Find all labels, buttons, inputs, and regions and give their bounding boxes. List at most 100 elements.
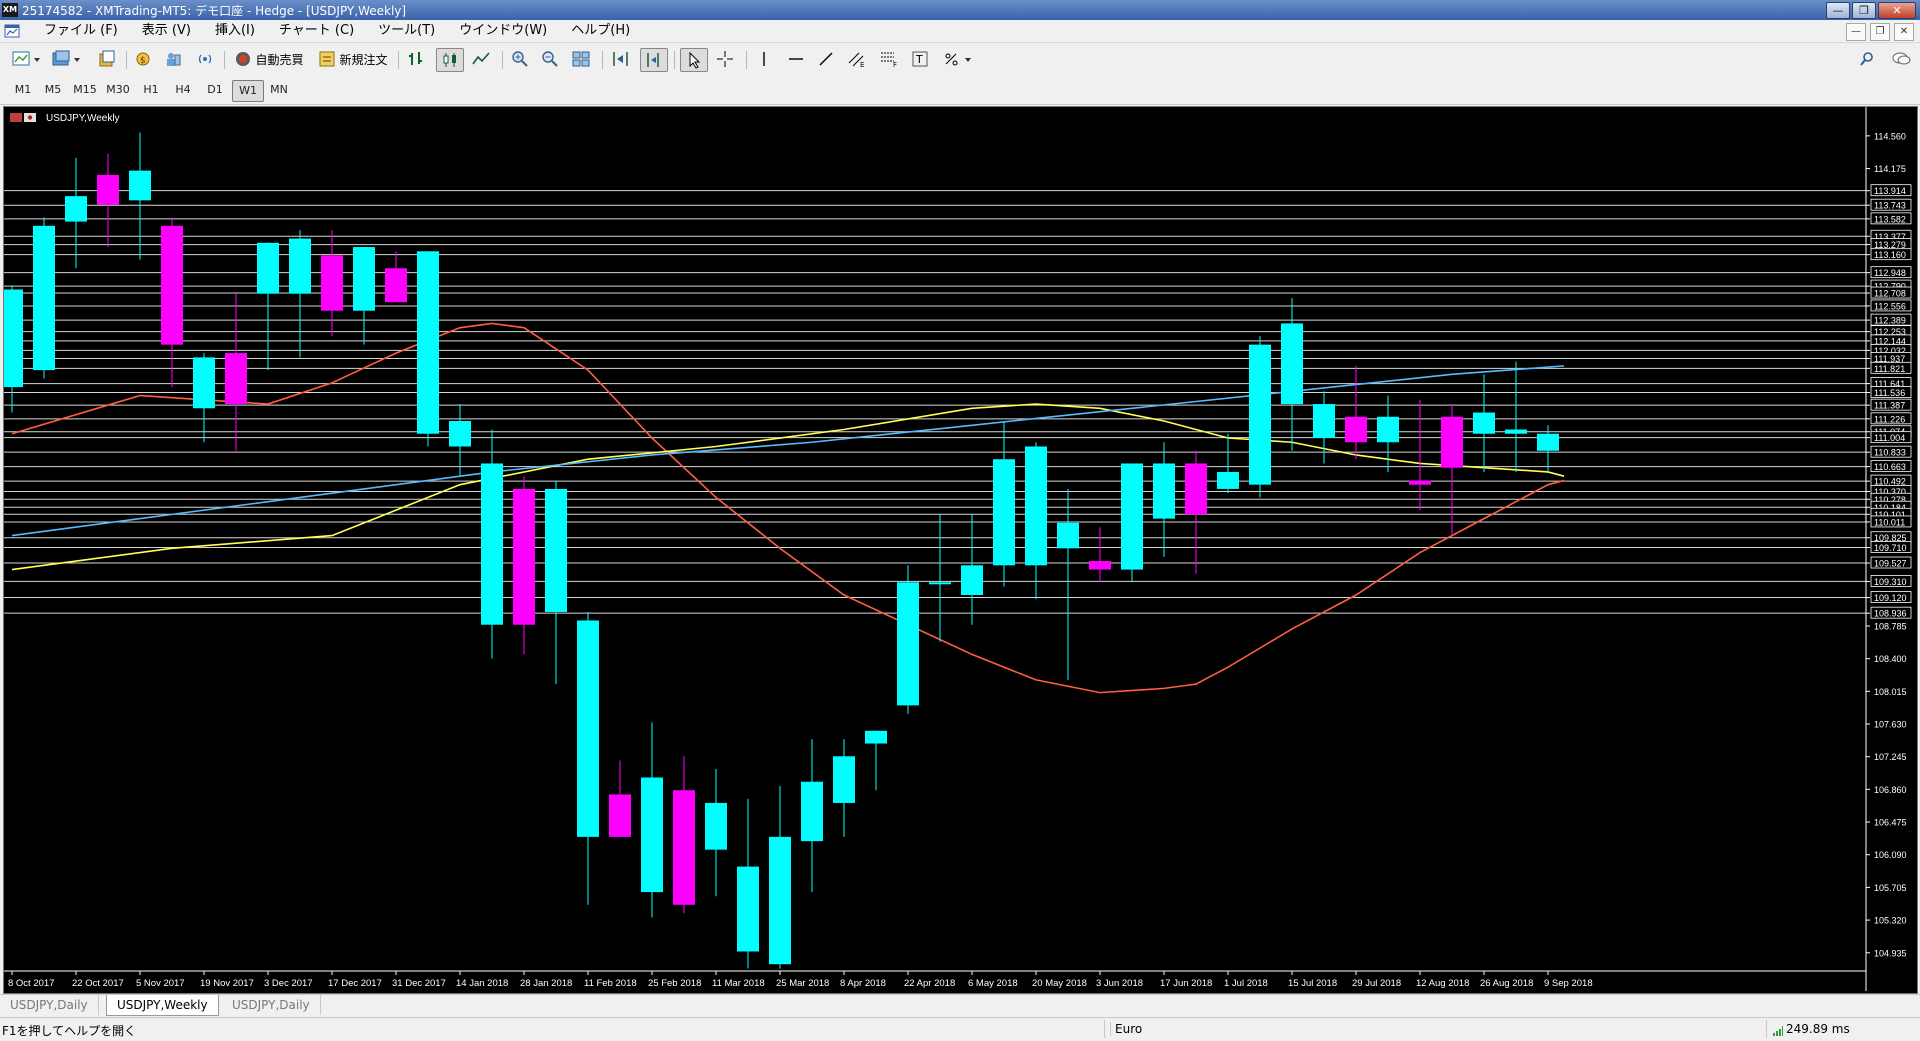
line-chart-button[interactable]	[468, 48, 494, 70]
mdi-restore-icon[interactable]: ❐	[1870, 23, 1890, 41]
algo-trading-button[interactable]: 自動売買	[230, 48, 308, 70]
vertical-line-button[interactable]	[752, 48, 776, 70]
fibonacci-button[interactable]: F	[876, 48, 902, 70]
time-tick-label-16: 20 May 2018	[1032, 978, 1087, 989]
price-tick-label-37: 108.936	[1874, 609, 1907, 619]
candle-body-14	[449, 421, 471, 447]
price-tick-label-31: 110.011	[1874, 517, 1905, 527]
price-tick-label-33: 109.710	[1874, 543, 1907, 553]
algo-trading-label: 自動売買	[255, 52, 304, 67]
tf-m5[interactable]: M5	[38, 80, 68, 100]
candlestick-icon	[443, 53, 456, 67]
chart-shift-icon	[647, 53, 659, 67]
cursor-button[interactable]	[680, 48, 708, 72]
price-tick-label-48: 104.935	[1874, 948, 1907, 958]
zoom-in-button[interactable]	[508, 48, 532, 70]
algo-trading-icon	[236, 52, 251, 66]
chart-window-icon[interactable]	[4, 23, 20, 39]
candle-body-31	[993, 459, 1015, 566]
chart-window[interactable]: 114.560 114.175 113.914 113.743 113.582 113.3…	[3, 106, 1918, 994]
search-icon	[1860, 52, 1873, 66]
candle-body-37	[1185, 463, 1207, 515]
templates-button[interactable]	[96, 48, 118, 70]
menu-help[interactable]: ヘルプ(H)	[559, 23, 642, 39]
price-tick-label-46: 105.705	[1874, 883, 1907, 893]
candle-body-42	[1345, 416, 1367, 443]
menu-chart[interactable]: チャート (C)	[267, 23, 366, 39]
zoom-out-button[interactable]	[538, 48, 562, 70]
zoom-in-icon	[512, 51, 528, 67]
restore-icon[interactable]: ❐	[1852, 2, 1876, 19]
candle-body-28	[897, 582, 919, 706]
tf-mn[interactable]: MN	[264, 80, 294, 100]
tab-usdjpy-daily-1[interactable]: USDJPY,Daily	[0, 995, 99, 1015]
tf-m30[interactable]: M30	[103, 80, 133, 100]
tile-icon	[572, 51, 590, 67]
price-tick-label-36: 109.120	[1874, 593, 1907, 603]
candle-body-8	[257, 242, 279, 294]
new-chart-icon	[12, 51, 40, 66]
new-chart-button[interactable]	[8, 48, 44, 70]
trendline-icon	[819, 52, 833, 66]
tab-usdjpy-weekly[interactable]: USDJPY,Weekly	[106, 995, 219, 1016]
time-tick-label-2: 5 Nov 2017	[136, 978, 185, 989]
bar-chart-icon	[409, 52, 422, 65]
minimize-icon[interactable]: —	[1826, 2, 1850, 19]
shapes-button[interactable]	[940, 48, 976, 70]
candlestick-button[interactable]	[436, 48, 464, 72]
price-tick-label-4: 113.582	[1874, 214, 1906, 224]
candle-body-47	[1505, 429, 1527, 434]
chat-button[interactable]	[1888, 48, 1914, 70]
menu-insert[interactable]: 挿入(I)	[203, 23, 267, 39]
autoscroll-button[interactable]	[608, 48, 634, 70]
market-watch-button[interactable]: $	[132, 48, 154, 70]
horizontal-line-button[interactable]	[784, 48, 808, 70]
chart-symbol-label: USDJPY,Weekly	[46, 113, 120, 124]
tile-windows-button[interactable]	[568, 48, 594, 70]
time-tick-label-21: 29 Jul 2018	[1352, 978, 1401, 989]
price-chart[interactable]: 114.560114.175113.914113.743113.582113.3…	[4, 107, 1917, 993]
status-bar: F1を押してヘルプを開く Euro 249.89 ms	[0, 1017, 1920, 1041]
menu-file[interactable]: ファイル (F)	[32, 23, 130, 39]
vertical-line-icon	[763, 52, 765, 66]
signals-button[interactable]	[194, 48, 216, 70]
symbol-header: USDJPY,Weekly	[10, 113, 120, 124]
new-order-button[interactable]: 新規注文	[314, 48, 392, 70]
menu-tools[interactable]: ツール(T)	[366, 23, 447, 39]
tf-d1[interactable]: D1	[200, 80, 230, 100]
time-tick-label-4: 3 Dec 2017	[264, 978, 313, 989]
close-icon[interactable]: ✕	[1878, 2, 1916, 19]
tf-m1[interactable]: M1	[8, 80, 38, 100]
tf-m15[interactable]: M15	[70, 80, 100, 100]
trendline-button[interactable]	[814, 48, 838, 70]
candle-body-21	[673, 790, 695, 905]
tf-h1[interactable]: H1	[136, 80, 166, 100]
status-profile[interactable]: Euro	[1110, 1022, 1142, 1036]
chat-icon	[1892, 52, 1911, 65]
tab-usdjpy-daily-2[interactable]: USDJPY,Daily	[222, 995, 321, 1015]
text-button[interactable]: T	[908, 48, 932, 70]
tf-w1[interactable]: W1	[232, 80, 264, 102]
mdi-minimize-icon[interactable]: —	[1846, 23, 1866, 41]
candle-body-27	[865, 730, 887, 744]
menu-view[interactable]: 表示 (V)	[130, 23, 203, 39]
chart-shift-button[interactable]	[640, 48, 668, 72]
price-tick-label-2: 113.914	[1874, 186, 1906, 196]
crosshair-button[interactable]	[712, 48, 738, 70]
tf-h4[interactable]: H4	[168, 80, 198, 100]
navigator-button[interactable]	[162, 48, 184, 70]
menu-window[interactable]: ウインドウ(W)	[447, 23, 559, 39]
price-tick-label-24: 110.833	[1874, 448, 1906, 458]
candle-body-43	[1377, 416, 1399, 443]
time-tick-label-17: 3 Jun 2018	[1096, 978, 1143, 989]
candle-body-9	[289, 238, 311, 294]
mdi-close-icon[interactable]: ✕	[1894, 23, 1914, 41]
candle-body-15	[481, 463, 503, 625]
price-tick-label-23: 111.004	[1874, 433, 1905, 443]
bar-chart-button[interactable]	[404, 48, 430, 70]
search-button[interactable]	[1856, 48, 1878, 70]
profiles-button[interactable]	[48, 48, 84, 70]
candle-body-6	[193, 357, 215, 409]
channel-button[interactable]: E	[844, 48, 870, 70]
profiles-icon	[52, 50, 80, 66]
